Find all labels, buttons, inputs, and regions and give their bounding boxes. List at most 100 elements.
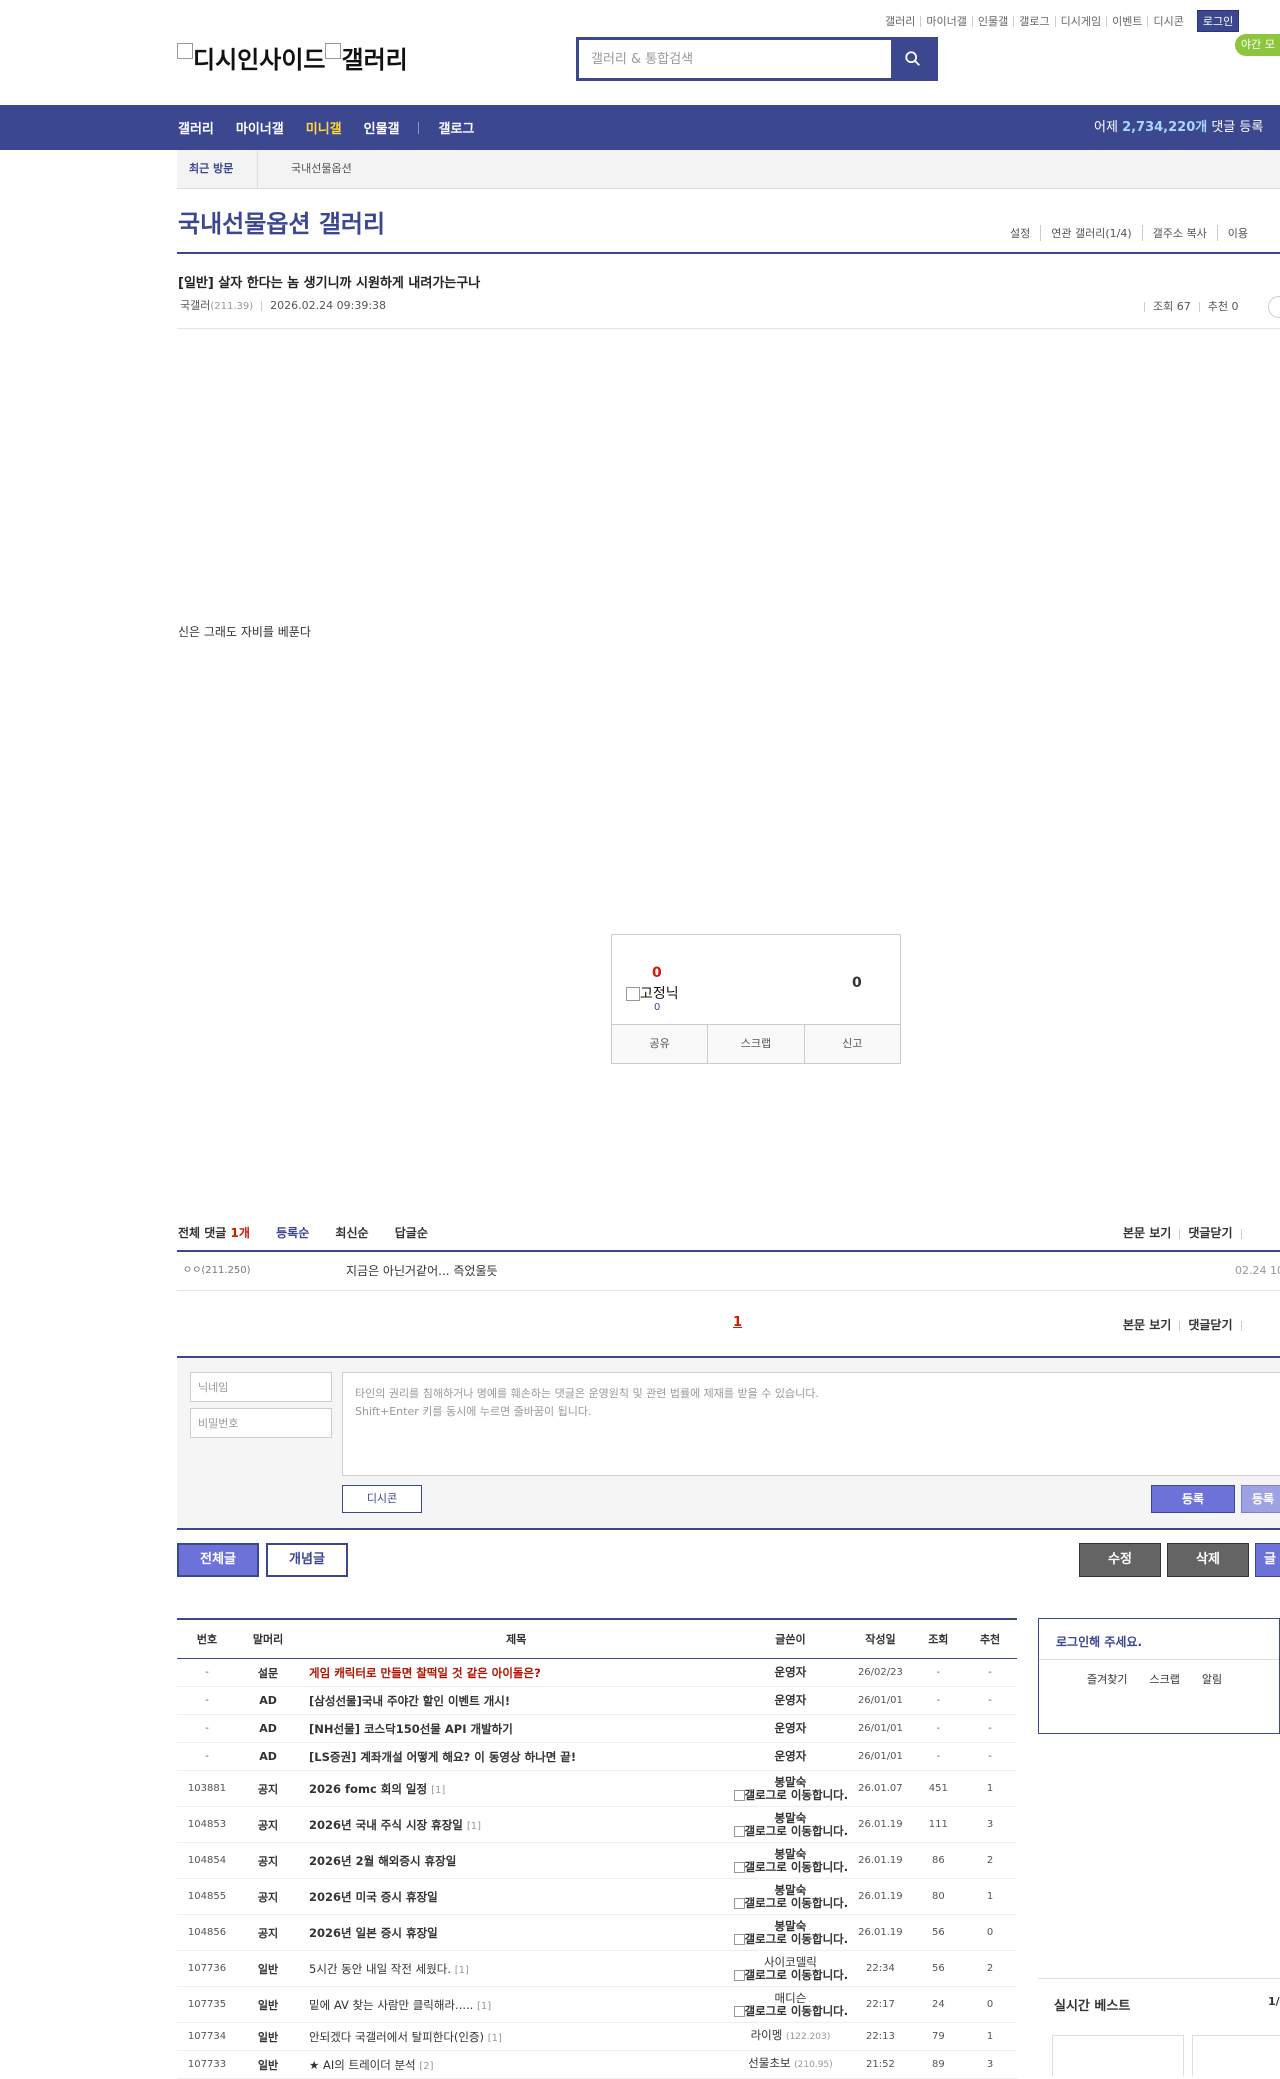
share-button[interactable]: 공유 xyxy=(612,1025,707,1063)
notification-link[interactable]: 알림 xyxy=(1202,1671,1244,1687)
write-button[interactable]: 글 xyxy=(1255,1543,1280,1577)
post-title-cell[interactable]: 2026년 일본 증시 휴장일 xyxy=(299,1914,734,1951)
post-title-link[interactable]: 5시간 동안 내일 작전 세웠다. xyxy=(309,1962,451,1976)
table-row[interactable]: - AD [NH선물] 코스닥150선물 API 개발하기 운영자 26/01/01- - xyxy=(177,1714,1017,1743)
best-card[interactable] xyxy=(1192,2035,1280,2076)
edit-button[interactable]: 수정 xyxy=(1079,1543,1161,1577)
table-row[interactable]: 107736 일반 5시간 동안 내일 작전 세웠다. [1] 사이코델릭 갤로그로 이… xyxy=(177,1950,1017,1987)
nav-item-minor[interactable]: 마이너갤 xyxy=(236,118,284,137)
tool-usage[interactable]: 이용 xyxy=(1216,225,1258,241)
gallery-title[interactable]: 국내선물옵션 갤러리 xyxy=(178,204,385,239)
table-row[interactable]: 107733 일반 ★ AI의 트레이더 분석 [2] 선물초보 (210.95) 21… xyxy=(177,2050,1017,2079)
post-title-link[interactable]: ★ AI의 트레이더 분석 xyxy=(309,2058,416,2072)
site-logo[interactable]: 디시인사이드 갤러리 xyxy=(177,40,408,75)
post-writer[interactable]: 봉말숙 갤로그로 이동합니다. xyxy=(733,1878,848,1915)
writer-name[interactable]: 운영자 xyxy=(775,1665,807,1679)
night-mode-toggle[interactable]: 야간 모 xyxy=(1235,34,1280,56)
post-title-cell[interactable]: 2026년 국내 주식 시장 휴장일 [1] xyxy=(299,1806,734,1843)
nickname-input[interactable] xyxy=(190,1372,332,1402)
post-title-cell[interactable]: 게임 캐릭터로 만들면 찰떡일 것 같은 아이돌은? xyxy=(299,1658,734,1687)
reply-count[interactable]: [1] xyxy=(431,1785,445,1796)
comment-jump-button[interactable] xyxy=(1268,296,1280,318)
reply-count[interactable]: [1] xyxy=(488,2033,502,2044)
gallog-link[interactable]: 갤로그로 이동합니다. xyxy=(745,1968,848,1982)
post-title-cell[interactable]: 2026 fomc 회의 일정 [1] xyxy=(299,1770,734,1807)
recommend-down-count[interactable]: 0 xyxy=(852,975,862,991)
top-link-gallog[interactable]: 갤로그 xyxy=(1013,15,1054,27)
post-title-cell[interactable]: 안되겠다 국갤러에서 탈피한다(인증) [1] xyxy=(299,2022,734,2051)
tool-related-gallery[interactable]: 연관 갤러리(1/4) xyxy=(1040,225,1141,241)
gallog-link[interactable]: 갤로그로 이동합니다. xyxy=(745,1896,848,1910)
post-title-cell[interactable]: 2026년 2월 해외증시 휴장일 xyxy=(299,1842,734,1879)
gallog-link[interactable]: 갤로그로 이동합니다. xyxy=(745,1860,848,1874)
nav-item-mini[interactable]: 미니갤 xyxy=(306,118,342,137)
post-writer[interactable]: 선물초보 (210.95) xyxy=(733,2050,848,2079)
comment-page-1[interactable]: 1 xyxy=(733,1315,742,1330)
writer-name[interactable]: 봉말숙 xyxy=(775,1919,807,1933)
gallog-link[interactable]: 갤로그로 이동합니다. xyxy=(745,1824,848,1838)
top-link-gallery[interactable]: 갤러리 xyxy=(880,16,920,27)
post-title-link[interactable]: 2026년 국내 주식 시장 휴장일 xyxy=(309,1818,463,1832)
reply-count[interactable]: [1] xyxy=(455,1965,469,1976)
view-body-button[interactable]: 본문 보기 xyxy=(1123,1226,1171,1240)
writer-name[interactable]: 봉말숙 xyxy=(775,1883,807,1897)
writer-name[interactable]: 봉말숙 xyxy=(775,1775,807,1789)
post-title-cell[interactable]: [LS증권] 계좌개설 어떻게 해요? 이 동영상 하나면 끝! xyxy=(299,1742,734,1771)
post-writer[interactable]: 운영자 xyxy=(733,1742,848,1771)
writer-name[interactable]: 봉말숙 xyxy=(775,1847,807,1861)
writer-name[interactable]: 선물초보 xyxy=(748,2056,790,2070)
post-title-cell[interactable]: ★ AI의 트레이더 분석 [2] xyxy=(299,2050,734,2079)
post-writer[interactable]: 매디슨 갤로그로 이동합니다. xyxy=(733,1986,848,2023)
post-writer[interactable]: 봉말숙 갤로그로 이동합니다. xyxy=(733,1842,848,1879)
close-comments-button[interactable]: 댓글닫기 xyxy=(1188,1318,1232,1332)
sort-latest[interactable]: 최신순 xyxy=(335,1226,368,1240)
sort-registered[interactable]: 등록순 xyxy=(276,1226,309,1240)
table-row[interactable]: 104855 공지 2026년 미국 증시 휴장일 봉말숙 갤로그로 이동합니다. 26.… xyxy=(177,1878,1017,1915)
top-link-dccon[interactable]: 디시콘 xyxy=(1147,15,1188,27)
writer-name[interactable]: 운영자 xyxy=(775,1721,807,1735)
sort-replies[interactable]: 답글순 xyxy=(395,1226,428,1240)
table-row[interactable]: - AD [LS증권] 계좌개설 어떻게 해요? 이 동영상 하나면 끝! 운영자 26… xyxy=(177,1742,1017,1771)
writer-name[interactable]: 운영자 xyxy=(775,1749,807,1763)
login-panel-title[interactable]: 로그인해 주세요. xyxy=(1056,1633,1142,1650)
writer-name[interactable]: 사이코델릭 xyxy=(764,1955,817,1969)
reply-count[interactable]: [1] xyxy=(477,2001,491,2012)
post-writer[interactable]: 봉말숙 갤로그로 이동합니다. xyxy=(733,1770,848,1807)
all-posts-button[interactable]: 전체글 xyxy=(177,1543,259,1577)
gallog-link[interactable]: 갤로그로 이동합니다. xyxy=(745,2004,848,2018)
post-title-cell[interactable]: 밑에 AV 찾는 사람만 클릭해라..... [1] xyxy=(299,1986,734,2023)
login-button[interactable]: 로그인 xyxy=(1196,10,1240,32)
post-title-cell[interactable]: 2026년 미국 증시 휴장일 xyxy=(299,1878,734,1915)
comment-writer[interactable]: ㅇㅇ(211.250) xyxy=(183,1252,251,1290)
post-writer[interactable]: 운영자 xyxy=(733,1686,848,1715)
top-link-person[interactable]: 인물갤 xyxy=(971,15,1013,27)
table-row[interactable]: 107735 일반 밑에 AV 찾는 사람만 클릭해라..... [1] 매디슨 갤로그… xyxy=(177,1986,1017,2023)
post-writer[interactable]: 운영자 xyxy=(733,1714,848,1743)
post-title-link[interactable]: [LS증권] 계좌개설 어떻게 해요? 이 동영상 하나면 끝! xyxy=(309,1750,576,1764)
scrap-link[interactable]: 스크랩 xyxy=(1149,1671,1201,1687)
top-link-dcgame[interactable]: 디시게임 xyxy=(1054,15,1106,27)
post-title-link[interactable]: 밑에 AV 찾는 사람만 클릭해라..... xyxy=(309,1998,473,2012)
post-title-link[interactable]: 안되겠다 국갤러에서 탈피한다(인증) xyxy=(309,2030,484,2044)
table-row[interactable]: 107734 일반 안되겠다 국갤러에서 탈피한다(인증) [1] 라이멩 (122.… xyxy=(177,2022,1017,2051)
top-link-minor[interactable]: 마이너갤 xyxy=(920,15,971,27)
comment-register-recommend-button[interactable]: 등록 xyxy=(1241,1485,1280,1513)
table-row[interactable]: 103881 공지 2026 fomc 회의 일정 [1] 봉말숙 갤로그로 이동합니다… xyxy=(177,1770,1017,1807)
post-writer[interactable]: 봉말숙 갤로그로 이동합니다. xyxy=(733,1806,848,1843)
post-title-cell[interactable]: [NH선물] 코스닥150선물 API 개발하기 xyxy=(299,1714,734,1743)
scrap-button[interactable]: 스크랩 xyxy=(707,1025,803,1063)
writer-name[interactable]: 라이멩 xyxy=(751,2028,783,2042)
post-writer[interactable]: 사이코델릭 갤로그로 이동합니다. xyxy=(733,1950,848,1987)
table-row[interactable]: - 설문 게임 캐릭터로 만들면 찰떡일 것 같은 아이돌은? 운영자 26/02/23… xyxy=(177,1658,1017,1687)
concept-posts-button[interactable]: 개념글 xyxy=(266,1543,348,1577)
table-row[interactable]: 104854 공지 2026년 2월 해외증시 휴장일 봉말숙 갤로그로 이동합니다. 2… xyxy=(177,1842,1017,1879)
reply-count[interactable]: [2] xyxy=(419,2061,433,2072)
post-title-link[interactable]: 게임 캐릭터로 만들면 찰떡일 것 같은 아이돌은? xyxy=(309,1666,541,1680)
favorites-link[interactable]: 즐겨찾기 xyxy=(1087,1671,1149,1687)
table-row[interactable]: 104853 공지 2026년 국내 주식 시장 휴장일 [1] 봉말숙 갤로그로 이동… xyxy=(177,1806,1017,1843)
top-link-event[interactable]: 이벤트 xyxy=(1106,15,1147,27)
table-row[interactable]: - AD [삼성선물]국내 주야간 할인 이벤트 개시! 운영자 26/01/01- - xyxy=(177,1686,1017,1715)
post-writer[interactable]: 운영자 xyxy=(733,1658,848,1687)
delete-button[interactable]: 삭제 xyxy=(1167,1543,1249,1577)
gallog-link[interactable]: 갤로그로 이동합니다. xyxy=(745,1932,848,1946)
